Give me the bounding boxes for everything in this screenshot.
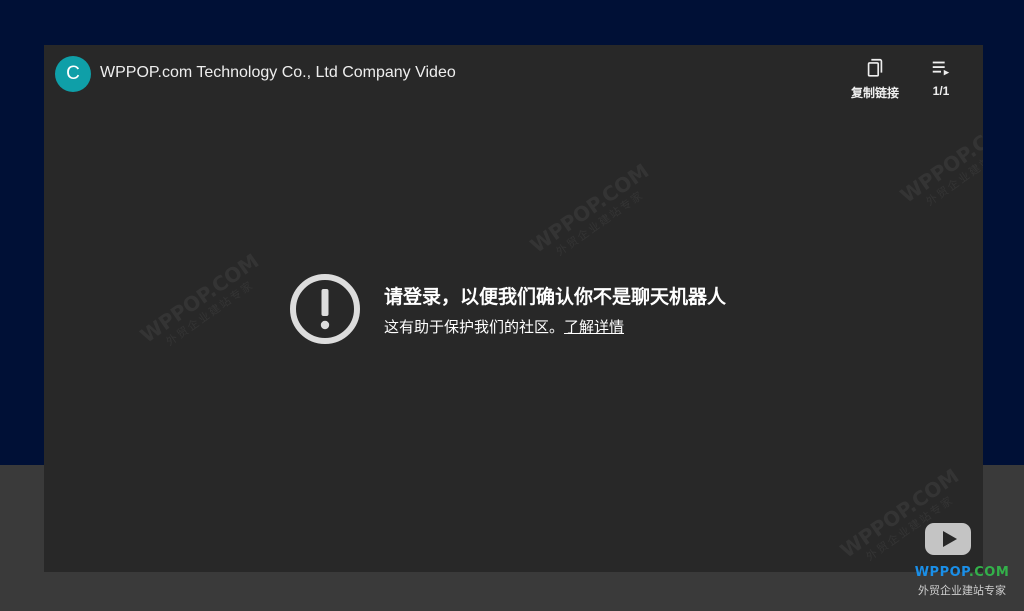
brand-name-main: WPPOP <box>914 565 969 580</box>
video-title[interactable]: WPPOP.com Technology Co., Ltd Company Vi… <box>100 64 456 82</box>
youtube-logo-icon[interactable] <box>924 522 972 556</box>
brand-slogan: 外贸企业建站专家 <box>918 584 1006 597</box>
sign-in-message: 请登录，以便我们确认你不是聊天机器人 这有助于保护我们的社区。了解详情 <box>288 272 768 348</box>
copy-icon <box>867 58 883 77</box>
watermark: WPPOP.COM 外贸企业建站专家 <box>525 158 654 259</box>
watermark: WPPOP.COM 外贸企业建站专家 <box>135 248 264 349</box>
playlist-icon <box>932 61 950 76</box>
brand-name-suffix: .COM <box>968 565 1010 580</box>
copy-link-button[interactable]: 复制链接 <box>844 57 906 101</box>
learn-more-link[interactable]: 了解详情 <box>564 318 624 336</box>
video-player[interactable]: WPPOP.COM 外贸企业建站专家 WPPOP.COM 外贸企业建站专家 WPPO… <box>44 45 983 572</box>
sign-in-subtitle-text: 这有助于保护我们的社区。 <box>384 318 565 336</box>
player-header: C WPPOP.com Technology Co., Ltd Company … <box>44 45 983 105</box>
sign-in-title: 请登录，以便我们确认你不是聊天机器人 <box>384 286 727 308</box>
alert-circle-icon <box>290 274 360 344</box>
playlist-count: 1/1 <box>932 84 950 98</box>
brand-logo: WPPOP.COM 外贸企业建站专家 <box>912 565 1012 598</box>
copy-link-label: 复制链接 <box>850 86 899 100</box>
channel-avatar[interactable]: C <box>55 56 91 92</box>
sign-in-subtitle: 这有助于保护我们的社区。了解详情 <box>384 316 624 337</box>
brand-name: WPPOP.COM <box>912 565 1012 580</box>
playlist-button[interactable]: 1/1 <box>926 57 956 98</box>
watermark: WPPOP.COM 外贸企业建站专家 <box>895 108 983 209</box>
